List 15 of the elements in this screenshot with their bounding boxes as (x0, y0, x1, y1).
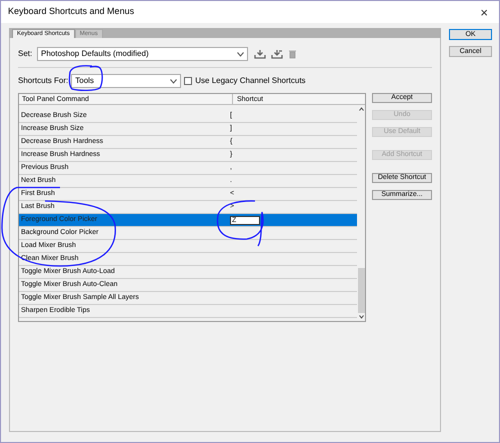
save-as-set-icon[interactable] (271, 49, 283, 59)
scroll-down-icon[interactable] (358, 315, 364, 319)
save-set-icon[interactable] (254, 49, 266, 59)
set-label: Set: (18, 48, 34, 60)
legacy-label: Use Legacy Channel Shortcuts (195, 75, 306, 87)
close-button[interactable]: × (476, 6, 492, 18)
window-title: Keyboard Shortcuts and Menus (8, 5, 134, 18)
shortcuts-for-label: Shortcuts For: (18, 75, 68, 87)
dropdown-caret-icon (237, 52, 244, 56)
scroll-up-icon[interactable] (358, 107, 364, 111)
legacy-checkbox[interactable] (184, 77, 192, 85)
set-dropdown[interactable]: Photoshop Defaults (modified) (37, 47, 248, 61)
scroll-thumb[interactable] (358, 268, 364, 313)
shortcuts-for-dropdown[interactable]: Tools (71, 74, 182, 88)
dropdown-caret-icon (170, 78, 178, 84)
